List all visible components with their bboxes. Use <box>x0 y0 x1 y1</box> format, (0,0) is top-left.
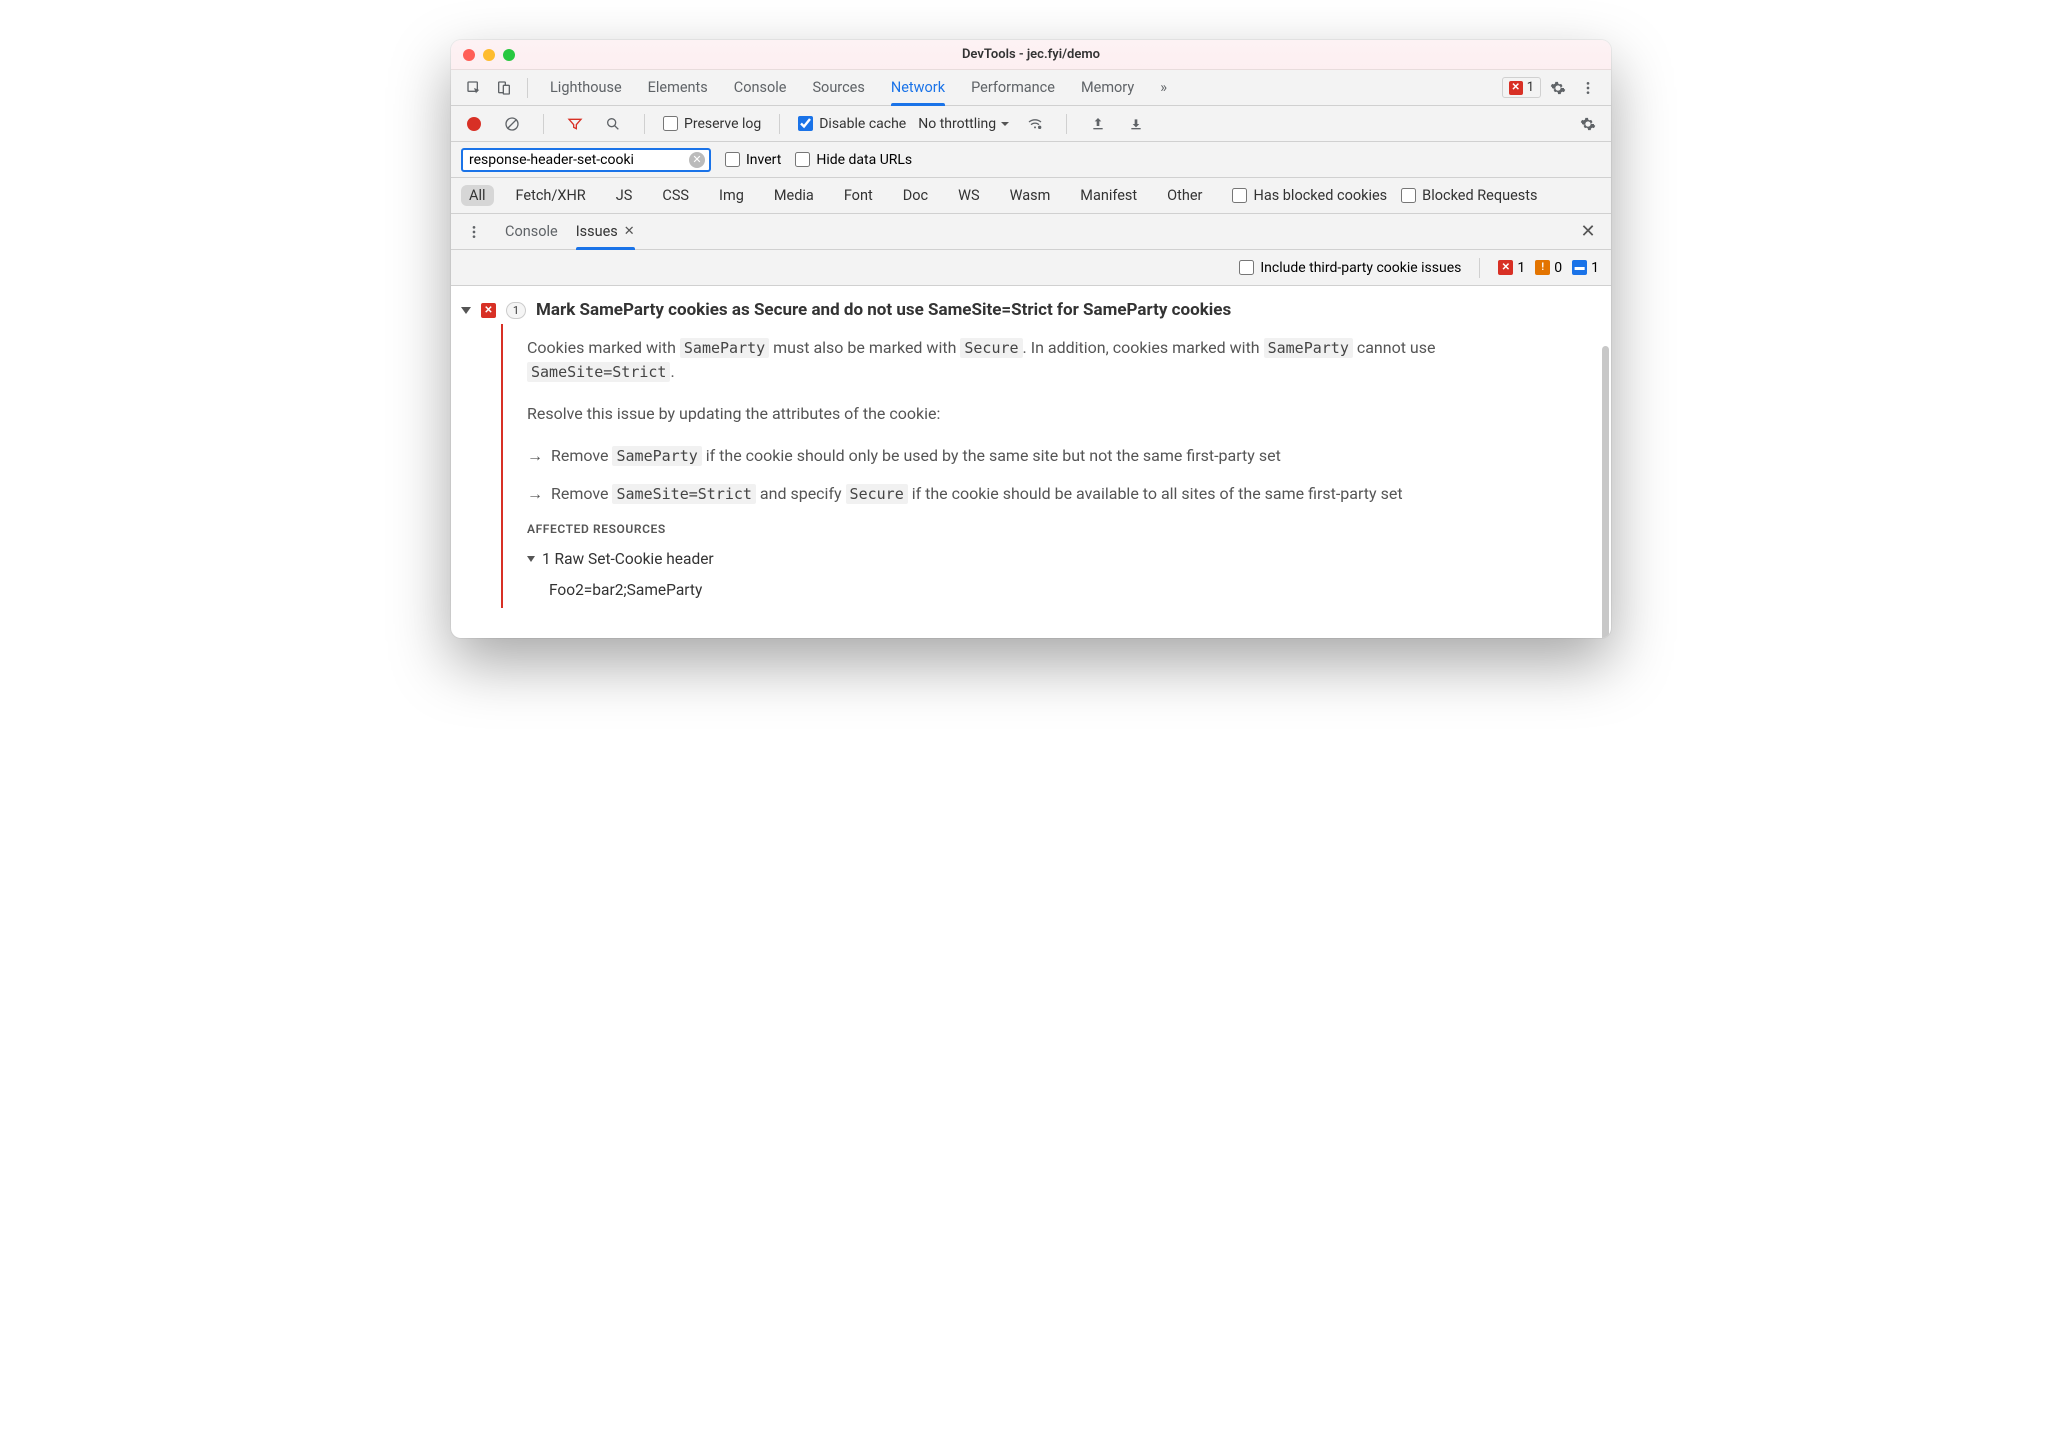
warning-issue-count: !0 <box>1535 260 1562 276</box>
issue-body: ✕ 1 Mark SameParty cookies as Secure and… <box>451 286 1611 638</box>
filter-icon[interactable] <box>562 111 588 137</box>
titlebar: DevTools - jec.fyi/demo <box>451 40 1611 70</box>
device-toolbar-icon[interactable] <box>491 75 517 101</box>
type-css[interactable]: CSS <box>654 185 697 206</box>
type-font[interactable]: Font <box>836 185 881 206</box>
clear-filter-icon[interactable]: ✕ <box>689 152 705 168</box>
devtools-window: DevTools - jec.fyi/demo Lighthouse Eleme… <box>451 40 1611 638</box>
tab-console[interactable]: Console <box>734 70 787 105</box>
tab-lighthouse[interactable]: Lighthouse <box>550 70 622 105</box>
settings-icon[interactable] <box>1545 75 1571 101</box>
clear-icon[interactable] <box>499 111 525 137</box>
error-issue-count: ✕1 <box>1498 260 1525 276</box>
drawer-tab-issues[interactable]: Issues ✕ <box>576 214 635 249</box>
hide-data-urls-checkbox[interactable]: Hide data URLs <box>795 152 912 168</box>
drawer-tab-console[interactable]: Console <box>505 214 558 249</box>
type-js[interactable]: JS <box>608 185 641 206</box>
arrow-icon: → <box>527 482 543 506</box>
main-tabs: Lighthouse Elements Console Sources Netw… <box>550 70 1167 105</box>
network-settings-icon[interactable] <box>1575 111 1601 137</box>
include-third-party-checkbox[interactable]: Include third-party cookie issues <box>1239 260 1461 276</box>
resource-type-row: All Fetch/XHR JS CSS Img Media Font Doc … <box>451 178 1611 214</box>
cookie-value: Foo2=bar2;SameParty <box>549 579 1585 602</box>
filter-input[interactable] <box>469 152 689 168</box>
network-toolbar: Preserve log Disable cache No throttling <box>451 106 1611 142</box>
arrow-icon: → <box>527 444 543 468</box>
error-count-badge[interactable]: ✕1 <box>1502 77 1541 98</box>
type-img[interactable]: Img <box>711 185 752 206</box>
issue-count-pill: 1 <box>506 302 526 319</box>
throttling-dropdown[interactable]: No throttling <box>918 116 1010 132</box>
issue-description-1: Cookies marked with SameParty must also … <box>527 336 1585 384</box>
window-title: DevTools - jec.fyi/demo <box>451 47 1611 62</box>
tab-performance[interactable]: Performance <box>971 70 1055 105</box>
type-ws[interactable]: WS <box>950 185 987 206</box>
drawer-tabs: Console Issues ✕ ✕ <box>451 214 1611 250</box>
issue-content: Cookies marked with SameParty must also … <box>501 324 1591 609</box>
info-issue-count: ▬1 <box>1572 260 1599 276</box>
tab-overflow[interactable]: » <box>1160 70 1167 105</box>
blocked-requests-checkbox[interactable]: Blocked Requests <box>1401 187 1537 204</box>
maximize-window-button[interactable] <box>503 49 515 61</box>
search-icon[interactable] <box>600 111 626 137</box>
close-window-button[interactable] <box>463 49 475 61</box>
filter-row: ✕ Invert Hide data URLs <box>451 142 1611 178</box>
tab-elements[interactable]: Elements <box>648 70 708 105</box>
type-wasm[interactable]: Wasm <box>1002 185 1059 206</box>
type-fetch-xhr[interactable]: Fetch/XHR <box>508 185 594 206</box>
type-media[interactable]: Media <box>766 185 822 206</box>
main-toolbar: Lighthouse Elements Console Sources Netw… <box>451 70 1611 106</box>
preserve-log-checkbox[interactable]: Preserve log <box>663 116 761 132</box>
inspect-element-icon[interactable] <box>461 75 487 101</box>
type-other[interactable]: Other <box>1159 185 1210 206</box>
tab-sources[interactable]: Sources <box>812 70 864 105</box>
issue-title: Mark SameParty cookies as Secure and do … <box>536 298 1231 324</box>
network-conditions-icon[interactable] <box>1022 111 1048 137</box>
issue-bullet-2: → Remove SameSite=Strict and specify Sec… <box>527 482 1585 506</box>
invert-checkbox[interactable]: Invert <box>725 152 781 168</box>
issue-bullet-1: → Remove SameParty if the cookie should … <box>527 444 1585 468</box>
type-doc[interactable]: Doc <box>895 185 936 206</box>
error-icon: ✕ <box>481 303 496 318</box>
tab-network[interactable]: Network <box>891 70 945 105</box>
minimize-window-button[interactable] <box>483 49 495 61</box>
drawer-more-icon[interactable] <box>461 219 487 245</box>
download-har-icon[interactable] <box>1123 111 1149 137</box>
type-manifest[interactable]: Manifest <box>1072 185 1145 206</box>
filter-input-wrapper: ✕ <box>461 148 711 172</box>
affected-resource-row[interactable]: 1 Raw Set-Cookie header <box>527 548 1585 571</box>
issue-header[interactable]: ✕ 1 Mark SameParty cookies as Secure and… <box>461 298 1591 324</box>
issues-toolbar: Include third-party cookie issues ✕1 !0 … <box>451 250 1611 286</box>
tab-memory[interactable]: Memory <box>1081 70 1134 105</box>
issue-count-badges: ✕1 !0 ▬1 <box>1498 260 1599 276</box>
close-drawer-tab-icon[interactable]: ✕ <box>624 224 635 239</box>
chevron-down-icon <box>1000 119 1010 129</box>
scrollbar[interactable] <box>1602 346 1609 638</box>
expand-icon[interactable] <box>527 556 535 562</box>
affected-resources-label: AFFECTED RESOURCES <box>527 520 1585 538</box>
error-count: 1 <box>1527 80 1534 95</box>
issue-description-2: Resolve this issue by updating the attri… <box>527 402 1585 426</box>
more-menu-icon[interactable] <box>1575 75 1601 101</box>
upload-har-icon[interactable] <box>1085 111 1111 137</box>
close-drawer-icon[interactable]: ✕ <box>1575 219 1601 245</box>
record-button[interactable] <box>461 111 487 137</box>
has-blocked-cookies-checkbox[interactable]: Has blocked cookies <box>1232 187 1387 204</box>
disable-cache-checkbox[interactable]: Disable cache <box>798 116 906 132</box>
traffic-lights <box>463 49 515 61</box>
expand-icon[interactable] <box>461 307 471 314</box>
type-all[interactable]: All <box>461 185 494 206</box>
